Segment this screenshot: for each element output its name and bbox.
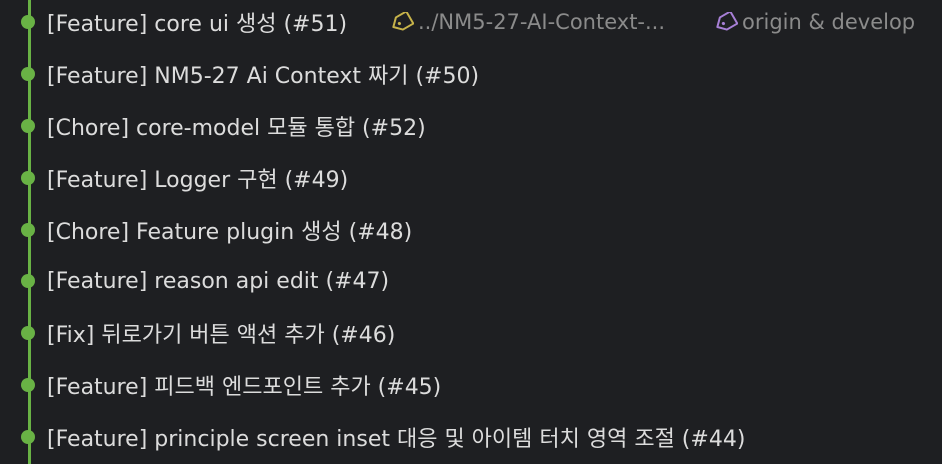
commit-dot (21, 326, 35, 340)
commit-dot (21, 119, 35, 133)
commit-row[interactable]: [Feature] NM5-27 Ai Context 짜기 (#50) (0, 48, 942, 100)
commit-row[interactable]: [Chore] Feature plugin 생성 (#48) (0, 204, 942, 256)
commit-row[interactable]: [Feature] reason api edit (#47) (0, 255, 942, 307)
commit-dot (21, 15, 35, 29)
branch-ref-local[interactable]: ../NM5-27-AI-Context-... (390, 10, 665, 34)
commit-message: [Fix] 뒤로가기 버튼 액션 추가 (#46) (47, 323, 396, 348)
commit-message: [Feature] principle screen inset 대응 및 아이… (47, 427, 746, 452)
branch-ref-label: origin & develop (742, 10, 916, 34)
commit-message: [Chore] Feature plugin 생성 (#48) (47, 220, 413, 245)
commit-dot (21, 274, 35, 288)
commit-dot (21, 378, 35, 392)
commit-row[interactable]: [Feature] 피드백 엔드포인트 추가 (#45) (0, 359, 942, 411)
tag-icon (392, 12, 414, 31)
commit-dot (21, 171, 35, 185)
commit-message: [Feature] Logger 구현 (#49) (47, 168, 349, 193)
commit-row[interactable]: [Feature] principle screen inset 대응 및 아이… (0, 411, 942, 463)
tag-icon (716, 12, 738, 31)
commit-row[interactable]: [Chore] core-model 모듈 통합 (#52) (0, 100, 942, 152)
commit-message: [Feature] core ui 생성 (#51) (47, 12, 348, 37)
commit-message: [Feature] NM5-27 Ai Context 짜기 (#50) (47, 64, 480, 89)
commit-message: [Feature] reason api edit (#47) (47, 268, 390, 294)
commit-row[interactable]: [Fix] 뒤로가기 버튼 액션 추가 (#46) (0, 307, 942, 359)
commit-message: [Chore] core-model 모듈 통합 (#52) (47, 116, 426, 141)
commit-dot (21, 223, 35, 237)
branch-ref-remote[interactable]: origin & develop (714, 10, 915, 34)
commit-dot (21, 67, 35, 81)
commit-message: [Feature] 피드백 엔드포인트 추가 (#45) (47, 375, 442, 400)
commit-dot (21, 430, 35, 444)
commit-row[interactable]: [Feature] Logger 구현 (#49) (0, 152, 942, 204)
branch-ref-label: ../NM5-27-AI-Context-... (418, 10, 666, 34)
commit-row[interactable]: [Feature] core ui 생성 (#51) ../NM5-27-AI-… (0, 0, 942, 48)
